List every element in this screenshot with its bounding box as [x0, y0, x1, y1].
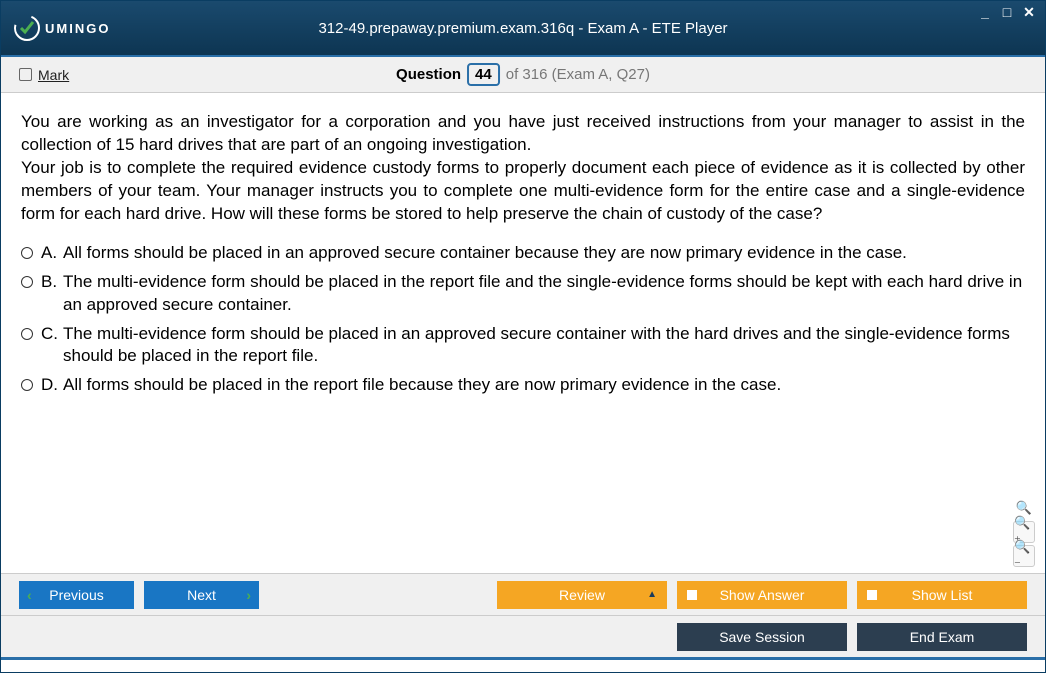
zoom-out-icon[interactable]: 🔍⁻ — [1013, 545, 1035, 567]
radio-icon — [21, 328, 33, 340]
answer-option[interactable]: A.All forms should be placed in an appro… — [21, 242, 1025, 265]
minimize-icon[interactable]: _ — [977, 5, 993, 19]
review-button[interactable]: Review ▲ — [497, 581, 667, 609]
question-header: Mark Question 44 of 316 (Exam A, Q27) — [1, 57, 1045, 93]
question-counter: Question 44 of 316 (Exam A, Q27) — [396, 63, 650, 86]
radio-icon — [21, 247, 33, 259]
show-list-label: Show List — [912, 587, 973, 603]
next-label: Next — [187, 587, 216, 603]
question-label: Question — [396, 66, 461, 83]
nav-bar: ‹ Previous Next › Review ▲ Show Answer S… — [1, 573, 1045, 615]
answer-option[interactable]: C.The multi-evidence form should be plac… — [21, 323, 1025, 369]
title-bar: UMINGO 312-49.prepaway.premium.exam.316q… — [1, 1, 1045, 57]
square-icon — [687, 590, 697, 600]
bottom-bar: Save Session End Exam — [1, 615, 1045, 657]
square-icon — [867, 590, 877, 600]
question-content: You are working as an investigator for a… — [1, 93, 1045, 573]
review-label: Review — [559, 587, 605, 603]
question-text: You are working as an investigator for a… — [21, 111, 1025, 226]
mark-checkbox[interactable]: Mark — [19, 67, 69, 83]
mark-label: Mark — [38, 67, 69, 83]
answer-letter: C. — [41, 323, 63, 346]
window-title: 312-49.prepaway.premium.exam.316q - Exam… — [318, 20, 727, 37]
previous-button[interactable]: ‹ Previous — [19, 581, 134, 609]
radio-icon — [21, 379, 33, 391]
previous-label: Previous — [49, 587, 103, 603]
question-number: 44 — [467, 63, 500, 86]
show-answer-button[interactable]: Show Answer — [677, 581, 847, 609]
end-exam-label: End Exam — [910, 629, 975, 645]
next-button[interactable]: Next › — [144, 581, 259, 609]
show-answer-label: Show Answer — [720, 587, 805, 603]
maximize-icon[interactable]: □ — [999, 5, 1015, 19]
save-session-button[interactable]: Save Session — [677, 623, 847, 651]
answer-letter: A. — [41, 242, 63, 265]
question-total: of 316 (Exam A, Q27) — [506, 66, 650, 83]
triangle-up-icon: ▲ — [647, 589, 657, 600]
answer-text: The multi-evidence form should be placed… — [63, 323, 1025, 369]
answer-list: A.All forms should be placed in an appro… — [21, 242, 1025, 398]
close-icon[interactable]: ✕ — [1021, 5, 1037, 19]
answer-letter: D. — [41, 374, 63, 397]
bottom-border — [1, 657, 1045, 660]
answer-option[interactable]: B.The multi-evidence form should be plac… — [21, 271, 1025, 317]
logo-text: UMINGO — [45, 21, 110, 36]
answer-text: All forms should be placed in the report… — [63, 374, 1025, 397]
logo-checkmark-icon — [13, 14, 41, 42]
answer-text: The multi-evidence form should be placed… — [63, 271, 1025, 317]
logo: UMINGO — [13, 14, 110, 42]
chevron-left-icon: ‹ — [27, 587, 32, 603]
answer-text: All forms should be placed in an approve… — [63, 242, 1025, 265]
end-exam-button[interactable]: End Exam — [857, 623, 1027, 651]
answer-option[interactable]: D.All forms should be placed in the repo… — [21, 374, 1025, 397]
radio-icon — [21, 276, 33, 288]
show-list-button[interactable]: Show List — [857, 581, 1027, 609]
chevron-right-icon: › — [246, 587, 251, 603]
save-session-label: Save Session — [719, 629, 805, 645]
answer-letter: B. — [41, 271, 63, 294]
checkbox-icon — [19, 68, 32, 81]
zoom-controls: 🔍 🔍⁺ 🔍⁻ — [1013, 497, 1035, 567]
window-controls: _ □ ✕ — [977, 5, 1037, 19]
